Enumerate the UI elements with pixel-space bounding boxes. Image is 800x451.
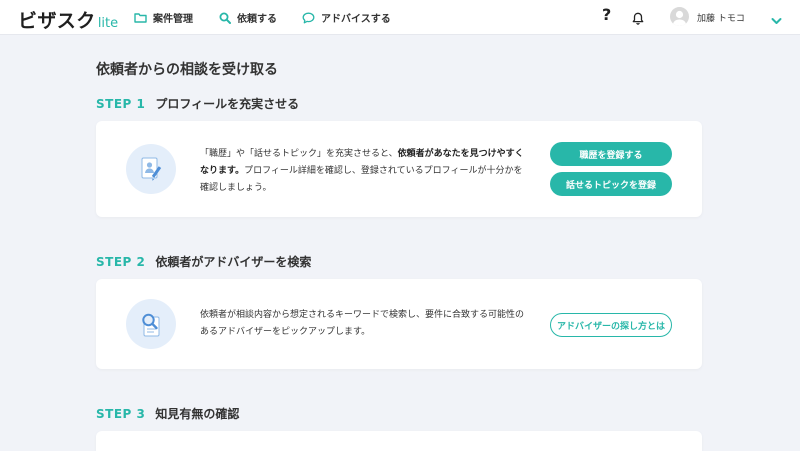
- step-number: STEP 3: [96, 406, 146, 421]
- step-2-card: 依頼者が相談内容から想定されるキーワードで検索し、要件に合致する可能性のあるアド…: [96, 279, 702, 369]
- nav-label: 案件管理: [153, 14, 193, 25]
- nav-advise[interactable]: アドバイスする: [302, 10, 391, 25]
- logo-sub: lite: [97, 16, 119, 31]
- step-title: 依頼者がアドバイザーを検索: [155, 255, 312, 269]
- step-3-card: [96, 431, 702, 451]
- register-career-button[interactable]: 職歴を登録する: [550, 142, 672, 166]
- step-number: STEP 2: [96, 254, 146, 269]
- step-2-heading: STEP 2 依頼者がアドバイザーを検索: [96, 253, 311, 270]
- step-title: プロフィールを充実させる: [155, 97, 300, 111]
- help-icon[interactable]: ?: [602, 5, 611, 24]
- step-2-description: 依頼者が相談内容から想定されるキーワードで検索し、要件に合致する可能性のあるアド…: [200, 310, 525, 337]
- app-logo[interactable]: ビザスク lite: [18, 6, 118, 33]
- how-to-find-advisor-button[interactable]: アドバイザーの探し方とは: [550, 313, 672, 337]
- avatar[interactable]: [670, 7, 689, 26]
- chat-bubble-icon: [302, 12, 315, 23]
- step-number: STEP 1: [96, 96, 146, 111]
- magnifier-document-icon: [126, 299, 176, 349]
- step-1-description: 「職歴」や「話せるトピック」を充実させると、依頼者があなたを見つけやすくなります…: [200, 149, 524, 193]
- nav-case-management[interactable]: 案件管理: [134, 10, 193, 25]
- step-1-heading: STEP 1 プロフィールを充実させる: [96, 95, 299, 112]
- profile-document-icon: [126, 144, 176, 194]
- nav-label: 依頼する: [237, 14, 277, 25]
- step-3-heading: STEP 3 知見有無の確認: [96, 405, 239, 422]
- step-1-card: 「職歴」や「話せるトピック」を充実させると、依頼者があなたを見つけやすくなります…: [96, 121, 702, 217]
- bell-icon[interactable]: [632, 10, 644, 29]
- folder-icon: [134, 13, 147, 23]
- register-topic-button[interactable]: 話せるトピックを登録: [550, 172, 672, 196]
- nav-label: アドバイスする: [321, 14, 391, 25]
- step-title: 知見有無の確認: [155, 407, 240, 421]
- user-name[interactable]: 加藤 トモコ: [697, 11, 745, 24]
- page-title: 依頼者からの相談を受け取る: [96, 62, 278, 78]
- search-icon: [219, 12, 231, 24]
- chevron-down-icon[interactable]: [771, 10, 782, 29]
- top-header: ビザスク lite 案件管理 依頼する アドバイスする ? 加藤 トモコ: [0, 0, 800, 35]
- nav-request[interactable]: 依頼する: [219, 10, 277, 25]
- logo-text: ビザスク: [18, 10, 96, 32]
